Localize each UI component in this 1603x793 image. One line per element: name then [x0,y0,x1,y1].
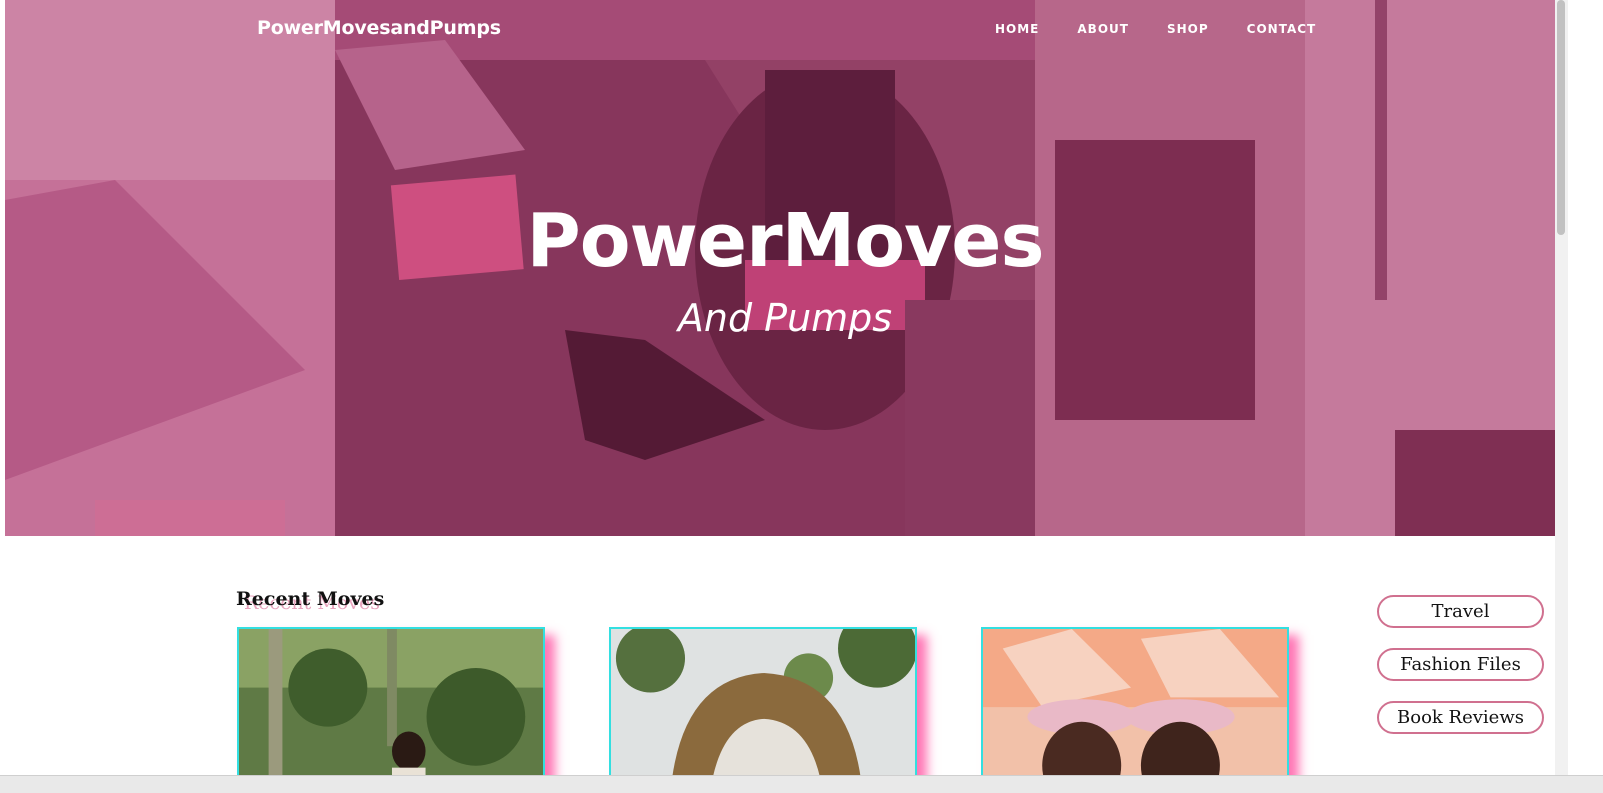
category-book-reviews-button[interactable]: Book Reviews [1377,701,1544,734]
nav-link-home[interactable]: HOME [995,22,1039,36]
main-nav: HOME ABOUT SHOP CONTACT [995,22,1354,36]
hero-banner: PowerMovesandPumps HOME ABOUT SHOP CONTA… [5,0,1555,536]
post-thumbnail-2 [611,629,915,793]
nav-link-about[interactable]: ABOUT [1077,22,1129,36]
post-thumbnail-1 [239,629,543,793]
post-card-2[interactable] [609,627,917,793]
post-card-1[interactable] [237,627,545,793]
horizontal-scrollbar[interactable] [0,775,1603,793]
hero-subtitle: And Pumps [677,296,893,340]
vertical-scrollbar-thumb[interactable] [1557,0,1565,235]
category-fashion-files-button[interactable]: Fashion Files [1377,648,1544,681]
site-brand-logo[interactable]: PowerMovesandPumps [257,17,501,39]
post-thumbnail-3 [983,629,1287,793]
section-heading: Recent Moves [236,588,385,610]
hero-title: PowerMoves [526,198,1044,284]
post-card-3[interactable] [981,627,1289,793]
nav-link-shop[interactable]: SHOP [1167,22,1209,36]
nav-link-contact[interactable]: CONTACT [1247,22,1317,36]
category-travel-button[interactable]: Travel [1377,595,1544,628]
